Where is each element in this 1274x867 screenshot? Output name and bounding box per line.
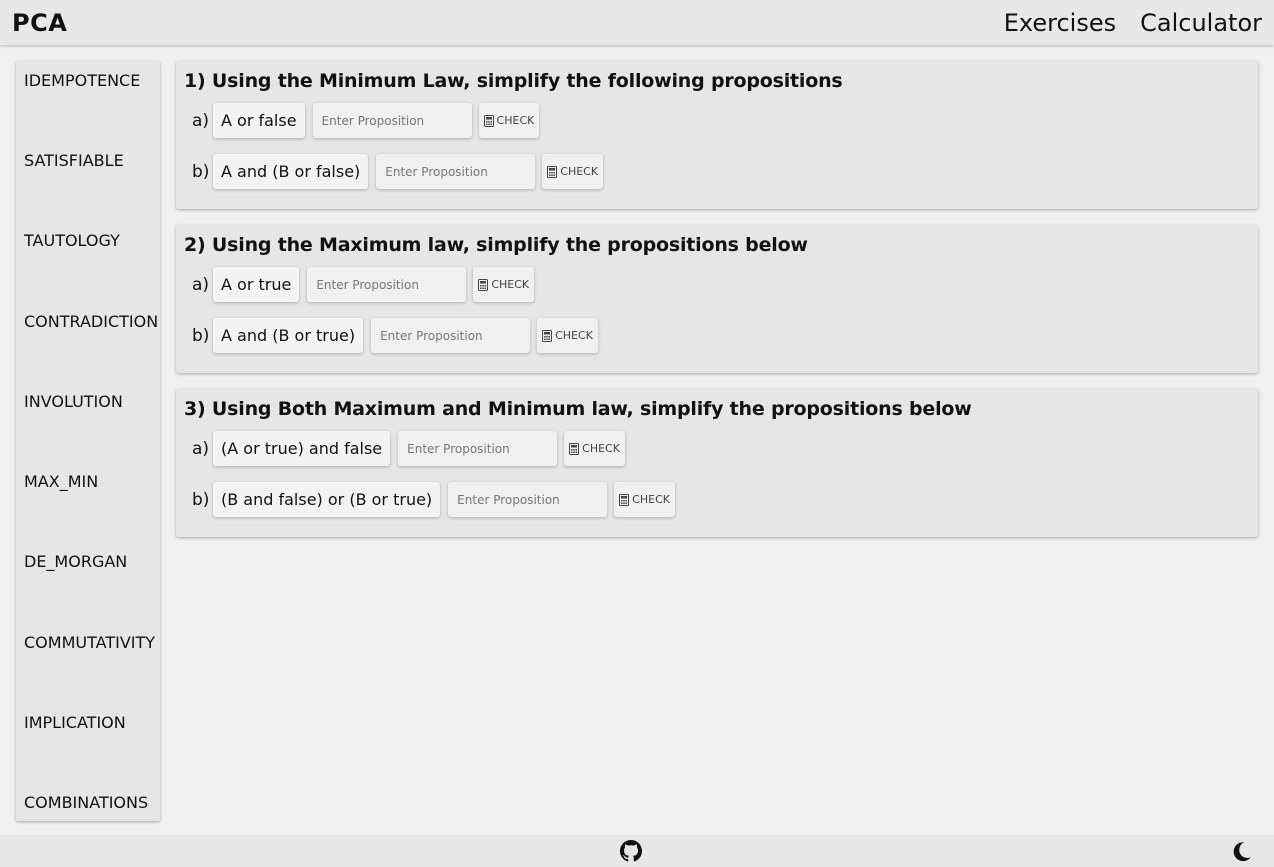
- calculator-icon: [619, 493, 630, 506]
- proposition-input[interactable]: [312, 103, 472, 138]
- nav-exercises-link[interactable]: Exercises: [1004, 9, 1116, 37]
- sidebar: IDEMPOTENCE SATISFIABLE TAUTOLOGY CONTRA…: [16, 61, 160, 821]
- nav-calculator-link[interactable]: Calculator: [1140, 9, 1262, 37]
- top-app-bar: PCA Exercises Calculator: [0, 0, 1274, 45]
- proposition-input[interactable]: [371, 318, 531, 353]
- calculator-icon: [542, 329, 553, 342]
- sidebar-item-commutativity[interactable]: COMMUTATIVITY: [24, 633, 155, 652]
- proposition-chip: A and (B or true): [213, 318, 364, 353]
- check-button[interactable]: CHECK: [478, 103, 540, 138]
- check-button[interactable]: CHECK: [564, 431, 625, 466]
- footer: [0, 835, 1274, 867]
- check-label: CHECK: [582, 442, 620, 455]
- sidebar-item-tautology[interactable]: TAUTOLOGY: [24, 231, 120, 250]
- check-label: CHECK: [555, 329, 593, 342]
- sidebar-item-contradiction[interactable]: CONTRADICTION: [24, 312, 158, 331]
- sidebar-item-max-min[interactable]: MAX_MIN: [24, 472, 98, 491]
- exercise-card: 1) Using the Minimum Law, simplify the f…: [176, 61, 1258, 209]
- row-label: b): [192, 161, 210, 182]
- calculator-icon: [483, 114, 494, 127]
- check-button[interactable]: CHECK: [537, 318, 598, 353]
- exercise-title: 2) Using the Maximum law, simplify the p…: [184, 234, 808, 256]
- check-label: CHECK: [496, 114, 535, 127]
- proposition-chip: A and (B or false): [213, 154, 369, 189]
- proposition-input[interactable]: [398, 431, 558, 466]
- sidebar-item-implication[interactable]: IMPLICATION: [24, 713, 126, 732]
- github-icon[interactable]: [620, 840, 642, 862]
- exercise-row: b) (B and false) or (B or true) CHECK: [184, 474, 1250, 525]
- calculator-icon: [478, 278, 489, 291]
- proposition-input[interactable]: [307, 267, 467, 302]
- proposition-chip: (A or true) and false: [213, 431, 391, 466]
- exercise-card: 3) Using Both Maximum and Minimum law, s…: [176, 389, 1258, 537]
- sidebar-item-idempotence[interactable]: IDEMPOTENCE: [24, 71, 140, 90]
- check-label: CHECK: [632, 493, 670, 506]
- moon-icon[interactable]: [1231, 841, 1252, 862]
- exercise-row: a) A or false CHECK: [184, 95, 1250, 146]
- proposition-input[interactable]: [448, 482, 608, 517]
- sidebar-item-de-morgan[interactable]: DE_MORGAN: [24, 552, 127, 571]
- check-button[interactable]: CHECK: [614, 482, 675, 517]
- sidebar-item-combinations[interactable]: COMBINATIONS: [24, 793, 148, 812]
- exercise-row: b) A and (B or false) CHECK: [184, 146, 1250, 197]
- check-label: CHECK: [491, 278, 530, 291]
- exercise-row: b) A and (B or true) CHECK: [184, 310, 1250, 361]
- row-label: b): [192, 325, 210, 346]
- row-label: b): [192, 489, 210, 510]
- check-button[interactable]: CHECK: [473, 267, 535, 302]
- exercise-list: 1) Using the Minimum Law, simplify the f…: [176, 61, 1258, 553]
- calculator-icon: [547, 165, 558, 178]
- calculator-icon: [569, 442, 580, 455]
- row-label: a): [192, 110, 210, 131]
- check-button[interactable]: CHECK: [542, 154, 604, 189]
- sidebar-item-satisfiable[interactable]: SATISFIABLE: [24, 151, 124, 170]
- check-label: CHECK: [560, 165, 599, 178]
- row-label: a): [192, 274, 210, 295]
- top-nav: Exercises Calculator: [1004, 9, 1262, 37]
- exercise-row: a) A or true CHECK: [184, 259, 1250, 310]
- proposition-input[interactable]: [376, 154, 536, 189]
- proposition-chip: A or true: [213, 267, 300, 302]
- proposition-chip: A or false: [213, 103, 305, 138]
- proposition-chip: (B and false) or (B or true): [213, 482, 441, 517]
- row-label: a): [192, 438, 210, 459]
- exercise-title: 1) Using the Minimum Law, simplify the f…: [184, 70, 843, 92]
- sidebar-item-involution[interactable]: INVOLUTION: [24, 392, 123, 411]
- app-brand[interactable]: PCA: [12, 9, 67, 37]
- exercise-card: 2) Using the Maximum law, simplify the p…: [176, 225, 1258, 373]
- exercise-row: a) (A or true) and false CHECK: [184, 423, 1250, 474]
- exercise-title: 3) Using Both Maximum and Minimum law, s…: [184, 398, 972, 420]
